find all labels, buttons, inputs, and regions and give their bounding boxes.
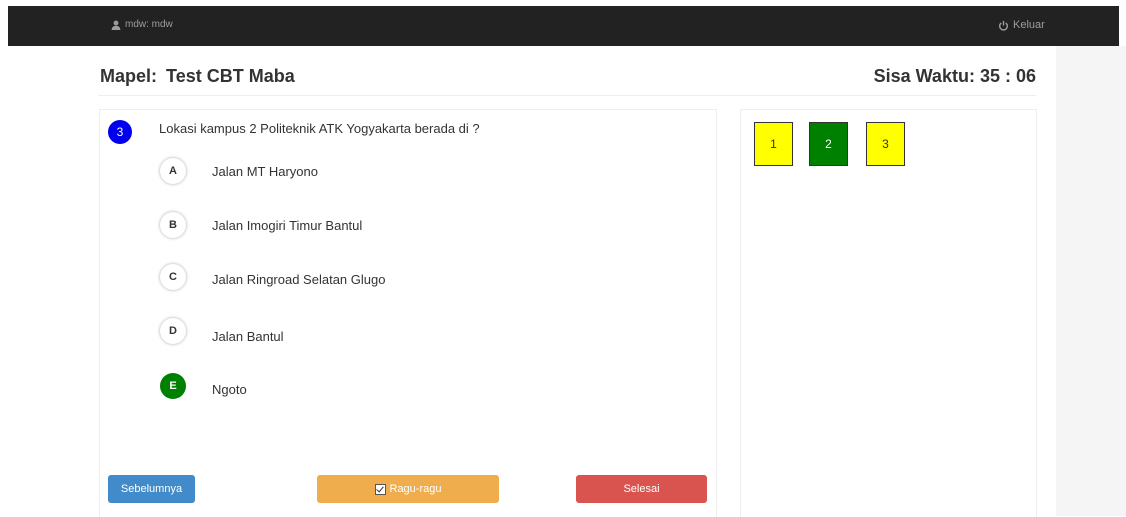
option-e-button[interactable]: E: [160, 373, 186, 399]
mapel-name: Test CBT Maba: [166, 66, 295, 86]
left-margin: [0, 46, 86, 516]
mapel-prefix: Mapel:: [100, 66, 158, 86]
nav-question-2[interactable]: 2: [809, 122, 848, 166]
header-divider: [98, 95, 1036, 96]
question-panel: [99, 109, 717, 517]
option-a-text[interactable]: Jalan MT Haryono: [212, 164, 318, 179]
option-b-text[interactable]: Jalan Imogiri Timur Bantul: [212, 218, 362, 233]
nav-question-1[interactable]: 1: [754, 122, 793, 166]
option-a-button[interactable]: A: [160, 158, 186, 184]
right-margin: [1056, 46, 1126, 516]
logout-label: Keluar: [1013, 19, 1045, 31]
option-c-button[interactable]: C: [160, 264, 186, 290]
question-navigator-panel: [740, 109, 1037, 517]
doubt-checkbox-icon[interactable]: [374, 483, 386, 495]
timer: Sisa Waktu: 35 : 06: [874, 66, 1036, 87]
nav-question-3[interactable]: 3: [866, 122, 905, 166]
option-d-text[interactable]: Jalan Bantul: [212, 329, 284, 344]
page-title: Mapel: Test CBT Maba: [100, 66, 295, 87]
timer-value: 35 : 06: [979, 66, 1036, 86]
previous-button[interactable]: Sebelumnya: [108, 475, 195, 503]
doubt-button[interactable]: Ragu-ragu: [317, 475, 499, 503]
question-text: Lokasi kampus 2 Politeknik ATK Yogyakart…: [159, 121, 480, 136]
power-icon: [998, 20, 1009, 31]
finish-button[interactable]: Selesai: [576, 475, 707, 503]
previous-label: Sebelumnya: [120, 483, 183, 495]
option-d-button[interactable]: D: [160, 318, 186, 344]
timer-label: Sisa Waktu:: [873, 66, 975, 86]
doubt-label: Ragu-ragu: [389, 483, 442, 495]
user-menu[interactable]: mdw: mdw: [111, 19, 173, 30]
logout-button[interactable]: Keluar: [998, 19, 1045, 31]
option-e-text[interactable]: Ngoto: [212, 382, 247, 397]
option-b-button[interactable]: B: [160, 212, 186, 238]
finish-label: Selesai: [623, 483, 660, 495]
top-navbar: mdw: mdw Keluar: [8, 6, 1119, 46]
option-c-text[interactable]: Jalan Ringroad Selatan Glugo: [212, 272, 385, 287]
user-icon: [111, 20, 121, 30]
user-label: mdw: mdw: [125, 19, 173, 30]
question-number-badge: 3: [108, 120, 132, 144]
